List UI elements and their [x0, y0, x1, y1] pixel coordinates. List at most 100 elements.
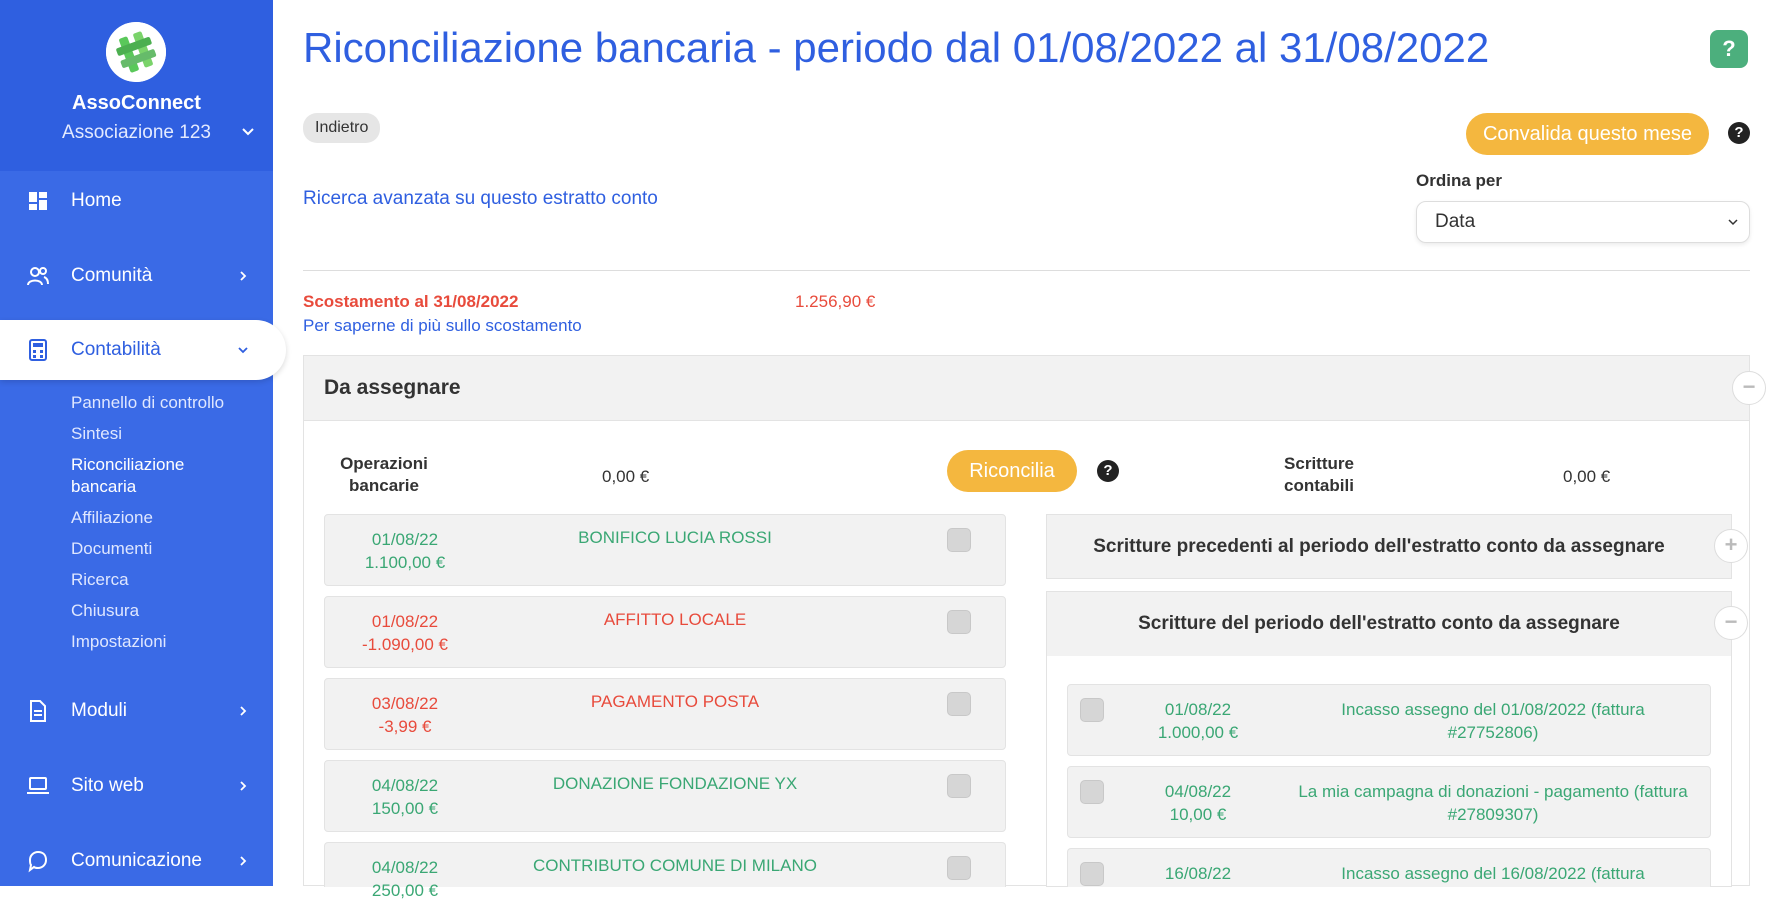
chevron-down-icon[interactable]: [240, 124, 256, 140]
accounting-row-description: La mia campagna di donazioni - pagamento…: [1298, 782, 1688, 824]
accounting-row-description: Incasso assegno del 01/08/2022 (fattura …: [1341, 700, 1645, 742]
sidebar-item-label: Sito web: [71, 775, 144, 796]
accounting-row-checkbox[interactable]: [1080, 862, 1104, 886]
period-entries-title: Scritture del periodo dell'estratto cont…: [1138, 613, 1620, 634]
period-entries-list: 01/08/22 1.000,00 € Incasso assegno del 0…: [1046, 656, 1732, 887]
bank-row-checkbox[interactable]: [947, 774, 971, 798]
bank-row[interactable]: 04/08/22 150,00 € DONAZIONE FONDAZIONE YX: [324, 760, 1006, 832]
bank-row-description: AFFITTO LOCALE: [603, 610, 747, 629]
sidebar-item-accounting[interactable]: Contabilità: [0, 320, 286, 380]
submenu-item-settings[interactable]: Impostazioni: [71, 631, 224, 662]
accounting-row-description: Incasso assegno del 16/08/2022 (fattura: [1341, 864, 1645, 883]
dashboard-icon: [29, 192, 47, 210]
sidebar-item-communication[interactable]: Comunicazione: [0, 831, 273, 891]
gap-label: Scostamento al 31/08/2022: [303, 292, 519, 311]
submenu-item-dashboard[interactable]: Pannello di controllo: [71, 392, 224, 423]
sidebar-item-label: Contabilità: [71, 339, 161, 360]
submenu-item-search[interactable]: Ricerca: [71, 569, 224, 600]
gap-value: 1.256,90 €: [795, 292, 876, 311]
back-button[interactable]: Indietro: [303, 113, 381, 143]
bank-row-date: 04/08/22 150,00 €: [371, 776, 439, 818]
accounting-row[interactable]: 04/08/22 10,00 € La mia campagna di donaz…: [1067, 766, 1711, 838]
chevron-right-icon: [240, 781, 247, 791]
page-title: Riconciliazione bancaria - periodo dal 0…: [303, 24, 1490, 71]
sidebar-item-forms[interactable]: Moduli: [0, 681, 273, 741]
collapse-period-entries-button[interactable]: −: [1714, 606, 1748, 640]
assoconnect-logo: [106, 22, 166, 82]
users-icon: [27, 267, 49, 286]
bank-row-description: BONIFICO LUCIA ROSSI: [578, 528, 772, 547]
panel-title: Da assegnare: [324, 376, 461, 399]
advanced-search-link[interactable]: Ricerca avanzata su questo estratto cont…: [303, 188, 658, 210]
previous-entries-title: Scritture precedenti al periodo dell'est…: [1093, 536, 1665, 557]
submenu-item-closing[interactable]: Chiusura: [71, 600, 224, 631]
submenu-item-bank-reconciliation[interactable]: Riconciliazione bancaria: [71, 454, 224, 507]
accounting-row-checkbox[interactable]: [1080, 780, 1104, 804]
previous-entries-group[interactable]: Scritture precedenti al periodo dell'est…: [1046, 514, 1732, 579]
sort-select[interactable]: Data: [1416, 201, 1750, 243]
bank-row-checkbox[interactable]: [947, 610, 971, 634]
chevron-right-icon: [240, 271, 247, 281]
sidebar-item-label: Moduli: [71, 700, 127, 721]
bank-row-date: 01/08/22 -1.090,00 €: [361, 612, 448, 654]
accounting-entries-amount: 0,00 €: [1563, 467, 1611, 486]
bank-row-description: PAGAMENTO POSTA: [590, 692, 760, 711]
bank-row-checkbox[interactable]: [947, 692, 971, 716]
accounting-row-date: 04/08/22 10,00 €: [1164, 782, 1232, 824]
bank-row[interactable]: 04/08/22 250,00 € CONTRIBUTO COMUNE DI MI…: [324, 842, 1006, 900]
sort-label: Ordina per: [1416, 171, 1502, 190]
bank-operations-title: Operazioni bancarie: [340, 454, 428, 495]
chevron-down-icon: [238, 347, 248, 354]
main-content: Riconciliazione bancaria - periodo dal 0…: [273, 0, 1776, 900]
chevron-down-icon: [1728, 219, 1738, 226]
unassigned-panel: Da assegnare − Operazioni bancarie 0,00 …: [303, 355, 1766, 900]
question-icon[interactable]: ?: [1728, 122, 1750, 144]
period-entries-group[interactable]: Scritture del periodo dell'estratto cont…: [1046, 591, 1732, 657]
sidebar: AssoConnect Associazione 123 Home Comuni…: [0, 0, 286, 886]
accounting-row-checkbox[interactable]: [1080, 698, 1104, 722]
submenu-item-affiliation[interactable]: Affiliazione: [71, 507, 224, 538]
bank-row[interactable]: 01/08/22 -1.090,00 € AFFITTO LOCALE: [324, 596, 1006, 668]
accounting-row[interactable]: 16/08/22 Incasso assegno del 16/08/2022 …: [1067, 848, 1711, 887]
org-name: AssoConnect: [72, 92, 201, 114]
org-subtitle: Associazione 123: [62, 122, 211, 143]
bank-row-description: CONTRIBUTO COMUNE DI MILANO: [533, 856, 817, 875]
accounting-submenu: Pannello di controllo Sintesi Riconcilia…: [71, 392, 224, 662]
sidebar-item-community[interactable]: Comunità: [0, 246, 273, 306]
help-button[interactable]: ?: [1710, 30, 1748, 68]
bank-operations-amount: 0,00 €: [602, 467, 650, 486]
chevron-right-icon: [240, 706, 247, 716]
bank-row[interactable]: 03/08/22 -3,99 € PAGAMENTO POSTA: [324, 678, 1006, 750]
chevron-right-icon: [240, 856, 247, 866]
sidebar-item-website[interactable]: Sito web: [0, 756, 273, 816]
question-icon[interactable]: ?: [1097, 460, 1119, 482]
org-switcher[interactable]: AssoConnect Associazione 123: [0, 0, 273, 171]
sidebar-item-label: Comunità: [71, 265, 153, 286]
sidebar-item-label: Home: [71, 190, 122, 211]
bank-row-date: 01/08/22 1.100,00 €: [364, 530, 446, 572]
bank-row-checkbox[interactable]: [947, 856, 971, 880]
reconcile-button[interactable]: Riconcilia: [947, 450, 1077, 492]
accounting-row-date: 16/08/22: [1164, 864, 1232, 883]
sidebar-item-home[interactable]: Home: [0, 171, 273, 231]
collapse-panel-button[interactable]: −: [1732, 371, 1766, 405]
bank-row-date: 03/08/22 -3,99 €: [371, 694, 439, 736]
chat-icon: [28, 850, 48, 873]
sidebar-item-label: Comunicazione: [71, 850, 202, 871]
panel-header: Da assegnare: [304, 356, 1749, 421]
accounting-row[interactable]: 01/08/22 1.000,00 € Incasso assegno del 0…: [1067, 684, 1711, 756]
gap-info-link[interactable]: Per saperne di più sullo scostamento: [303, 316, 582, 336]
bank-row[interactable]: 01/08/22 1.100,00 € BONIFICO LUCIA ROSSI: [324, 514, 1006, 586]
document-icon: [30, 700, 46, 722]
divider: [303, 270, 1750, 271]
bank-row-checkbox[interactable]: [947, 528, 971, 552]
submenu-item-documents[interactable]: Documenti: [71, 538, 224, 569]
submenu-item-summary[interactable]: Sintesi: [71, 423, 224, 454]
accounting-row-date: 01/08/22 1.000,00 €: [1157, 700, 1239, 742]
calculator-icon: [29, 339, 47, 361]
accounting-entries-title: Scritture contabili: [1284, 454, 1354, 495]
expand-previous-entries-button[interactable]: +: [1714, 529, 1748, 563]
bank-row-date: 04/08/22 250,00 €: [371, 858, 439, 900]
laptop-icon: [27, 777, 49, 794]
validate-month-button[interactable]: Convalida questo mese: [1466, 113, 1709, 155]
